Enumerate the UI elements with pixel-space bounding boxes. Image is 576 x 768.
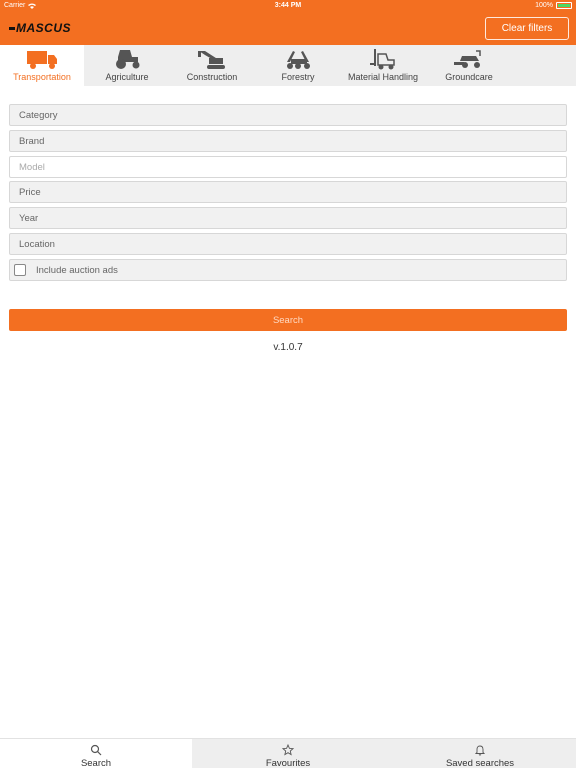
location-select[interactable]: Location	[9, 233, 567, 255]
tab-construction[interactable]: Construction	[170, 45, 254, 86]
status-time: 3:44 PM	[274, 2, 302, 9]
include-auction-label: Include auction ads	[36, 264, 118, 276]
version-label: v.1.0.7	[273, 342, 303, 353]
tab-label: Construction	[186, 72, 238, 82]
include-auction-checkbox[interactable]	[14, 264, 26, 276]
search-icon	[90, 744, 102, 756]
mower-icon	[454, 50, 481, 68]
bottom-tab-label: Favourites	[265, 758, 311, 768]
bottom-tab-bar: Search Favourites Saved searches	[0, 738, 576, 768]
year-select[interactable]: Year	[9, 207, 567, 229]
truck-icon	[27, 51, 57, 69]
include-auction-row[interactable]: Include auction ads	[9, 259, 567, 281]
tab-transportation[interactable]: Transportation	[0, 45, 84, 86]
search-button[interactable]: Search	[9, 309, 567, 331]
tab-material-handling[interactable]: Material Handling	[341, 45, 425, 86]
tab-label: Material Handling	[347, 72, 419, 82]
tab-forestry[interactable]: Forestry	[256, 45, 340, 86]
tab-groundcare[interactable]: Groundcare	[427, 45, 511, 86]
tab-agriculture[interactable]: Agriculture	[85, 45, 169, 86]
bottom-tab-saved-searches[interactable]: Saved searches	[384, 739, 576, 768]
battery-icon	[556, 2, 572, 9]
app-header: Carrier 3:44 PM 100% MASCUS Clear filter…	[0, 0, 576, 45]
bottom-tab-label: Search	[80, 758, 112, 768]
star-icon	[282, 744, 294, 756]
tab-label: Transportation	[13, 72, 71, 82]
bottom-tab-search[interactable]: Search	[0, 739, 192, 768]
price-select[interactable]: Price	[9, 181, 567, 203]
category-tabs: Transportation Agriculture Construction …	[0, 45, 576, 86]
tab-label: Groundcare	[445, 72, 493, 82]
excavator-icon	[198, 51, 225, 69]
brand-select[interactable]: Brand	[9, 130, 567, 152]
clear-filters-button[interactable]: Clear filters	[485, 17, 569, 40]
mascus-logo: MASCUS	[9, 21, 71, 35]
forestry-machine-icon	[287, 51, 310, 69]
status-bar: Carrier 3:44 PM 100%	[0, 0, 576, 12]
tab-label: Forestry	[281, 72, 315, 82]
category-select[interactable]: Category	[9, 104, 567, 126]
model-input[interactable]: Model	[9, 156, 567, 178]
tractor-icon	[116, 50, 140, 69]
battery-percent: 100%	[535, 2, 553, 9]
bottom-tab-label: Saved searches	[445, 758, 515, 768]
tab-label: Agriculture	[105, 72, 149, 82]
bell-icon	[474, 745, 486, 756]
forklift-icon	[370, 49, 395, 70]
bottom-tab-favourites[interactable]: Favourites	[192, 739, 384, 768]
